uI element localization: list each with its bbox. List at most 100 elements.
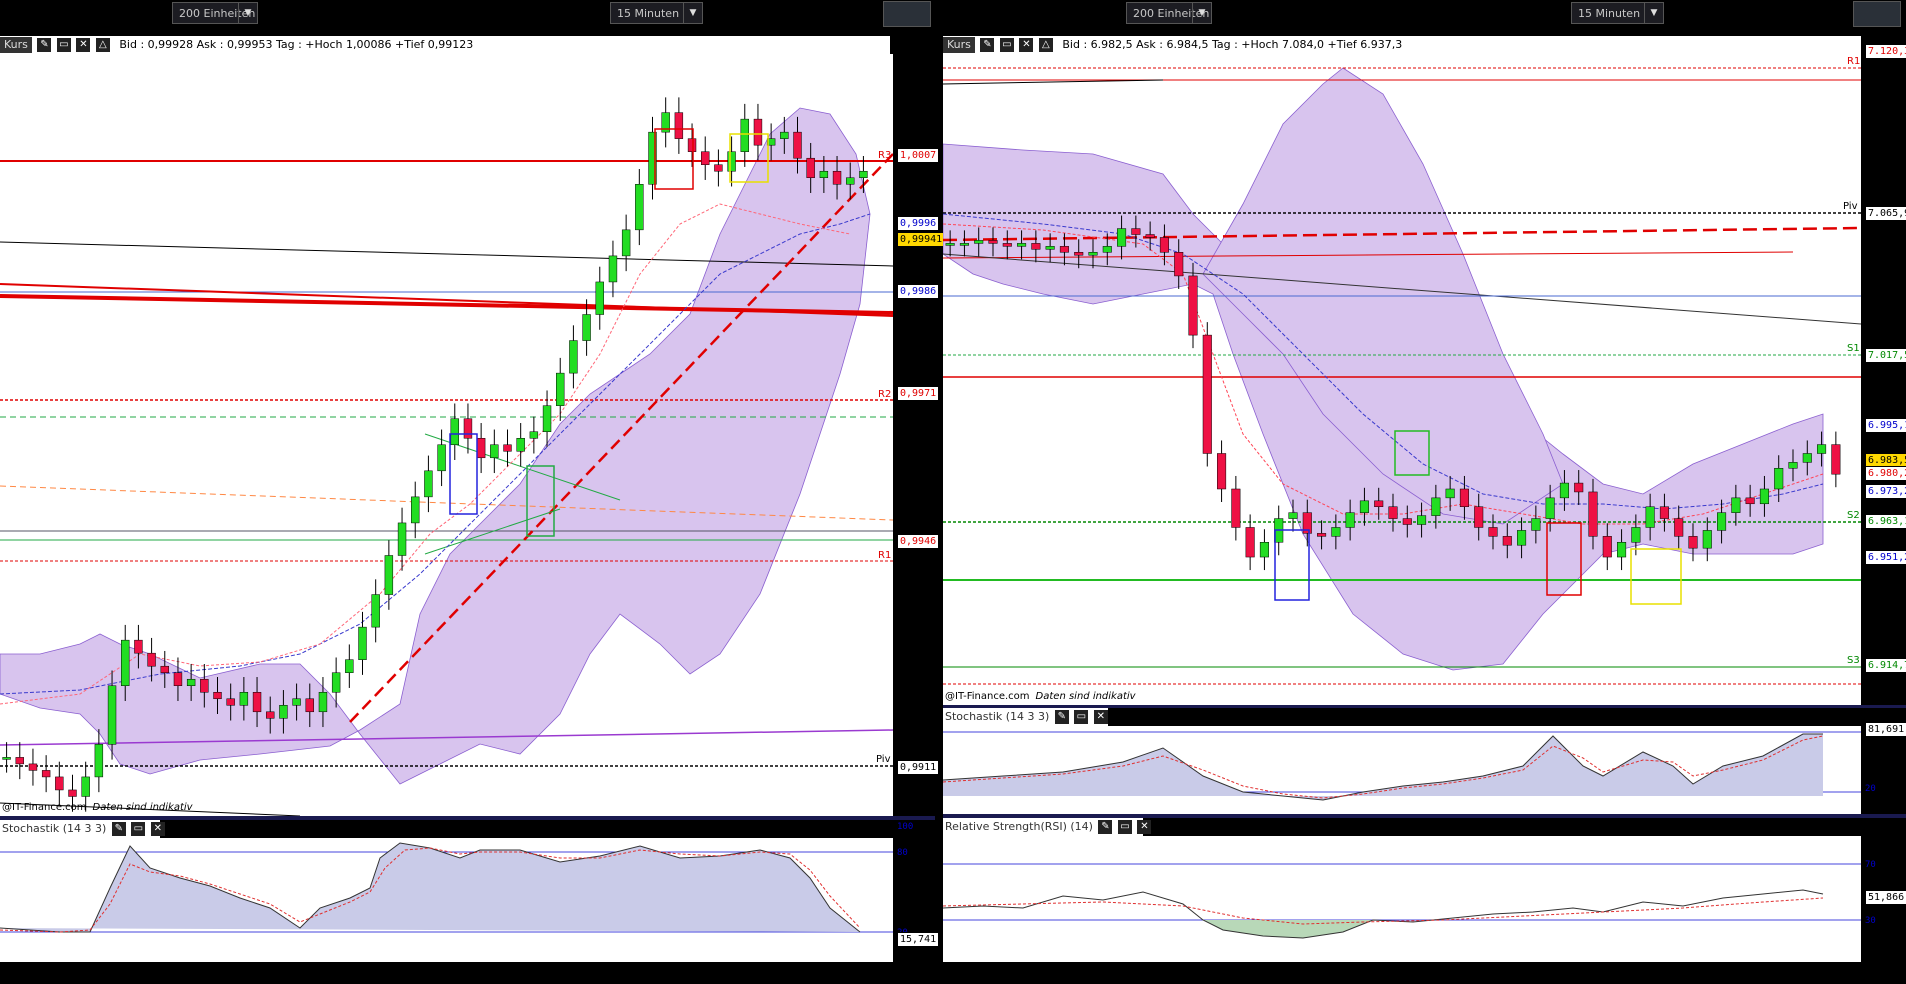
candle-bull [846, 177, 855, 185]
candle-bull [819, 170, 829, 178]
left-footer-note: Daten sind indikativ [92, 802, 193, 813]
chevron-down-icon: ▼ [1644, 3, 1663, 23]
candle-bear [226, 698, 235, 706]
price-label-r1: 7.120,3 [1865, 44, 1906, 59]
window-icon[interactable]: ▭ [131, 822, 146, 836]
right-main-chart[interactable]: R1 Piv S1 S2 S3 @IT-Finance.com Daten sin… [943, 54, 1861, 705]
wrench-icon[interactable]: ✎ [1098, 820, 1113, 834]
candle-bear [1688, 536, 1698, 549]
left-main-chart[interactable]: R3 R2 R1 Piv @IT-Finance.com Daten sind i… [0, 54, 893, 816]
right-rsi-scale: 70 51,866 30 [1861, 818, 1906, 962]
candle-bear [793, 131, 802, 159]
candle-bull [1017, 243, 1027, 247]
candle-bear [305, 698, 314, 713]
right-stoch-20: 20 [1865, 784, 1876, 794]
right-rsi-value: 51,866 [1865, 890, 1906, 905]
candle-bear [134, 639, 143, 654]
right-stoch-header: Stochastik (14 3 3) ✎ ▭ ✕ [943, 708, 1108, 726]
price-label-s2: 6.963,1 [1865, 514, 1906, 529]
window-icon[interactable]: ▭ [999, 38, 1014, 52]
candle-bull [959, 243, 969, 246]
window-icon[interactable]: ▭ [56, 38, 71, 52]
candle-bull [424, 470, 433, 498]
left-stoch-value: 15,741 [897, 932, 940, 947]
candle-bear [1588, 491, 1598, 537]
candle-bull [1345, 512, 1355, 528]
candle-bull [81, 776, 90, 797]
candle-bear [687, 138, 697, 152]
candle-bull [621, 229, 631, 257]
close-icon[interactable]: ✕ [1019, 38, 1034, 52]
price-label-r3: 1,0007 [897, 148, 940, 163]
candle-bull [608, 255, 618, 283]
close-icon[interactable]: ✕ [76, 38, 91, 52]
price-label-p4: 6.973,2 [1865, 484, 1906, 499]
wrench-icon[interactable]: ✎ [111, 822, 126, 836]
price-label-piv: 0,9911 [897, 760, 940, 775]
right-rsi-30: 30 [1865, 916, 1876, 926]
right-chart-header: Kurs ✎ ▭ ✕ △ Bid : 6.982,5 Ask : 6.984,5… [943, 36, 1861, 54]
triangle-icon[interactable]: △ [95, 38, 110, 52]
candle-bear [200, 678, 209, 693]
candle-bear [160, 665, 169, 673]
close-icon[interactable]: ✕ [150, 822, 165, 836]
candle-bear [28, 763, 38, 771]
candle-bear [1031, 243, 1041, 250]
candle-bear [1188, 275, 1198, 336]
wrench-icon[interactable]: ✎ [37, 38, 52, 52]
price-label-p6: 6.951,2 [1865, 550, 1906, 565]
candle-bull [1288, 512, 1298, 519]
left-interval-select[interactable]: 15 Minuten ▼ [610, 2, 703, 24]
right-interval-select-value: 15 Minuten [1578, 7, 1641, 20]
right-rsi-chart[interactable] [943, 836, 1861, 962]
chevron-down-icon: ▼ [683, 3, 702, 23]
highlight-box-blue [449, 433, 478, 515]
right-interval-select[interactable]: 15 Minuten ▼ [1571, 2, 1664, 24]
candle-bear [68, 789, 77, 797]
left-chart-header: Kurs ✎ ▭ ✕ △ Bid : 0,99928 Ask : 0,99953… [0, 36, 890, 54]
price-label-p1: 0,9996 [897, 216, 940, 231]
candle-bear [753, 118, 763, 146]
right-stoch-title: Stochastik (14 3 3) [945, 710, 1050, 723]
candle-bull [358, 626, 367, 660]
candle-bear [147, 652, 156, 667]
triangle-icon[interactable]: △ [1038, 38, 1053, 52]
candle-bear [1402, 518, 1412, 525]
candle-bull [397, 522, 407, 556]
left-units-select[interactable]: 200 Einheiten ▼ [172, 2, 258, 24]
candle-bear [1159, 237, 1169, 253]
candle-bear [1217, 453, 1227, 490]
chart-logo-icon [883, 1, 931, 27]
candle-bull [1817, 444, 1827, 454]
left-stoch-chart[interactable] [0, 838, 893, 962]
left-chart-panel: 200 Einheiten ▼ 15 Minuten ▼ Kurs ✎ ▭ ✕ … [0, 0, 946, 984]
wrench-icon[interactable]: ✎ [980, 38, 995, 52]
candle-bear [463, 418, 473, 439]
window-icon[interactable]: ▭ [1117, 820, 1132, 834]
left-chart-label: Kurs [0, 37, 32, 53]
candle-bull [450, 418, 459, 446]
candle-bull [1645, 506, 1655, 528]
right-stoch-chart[interactable] [943, 726, 1861, 814]
s1-label: S1 [1847, 343, 1860, 354]
candle-bull [542, 405, 552, 432]
candle-bull [1802, 453, 1812, 463]
right-units-select[interactable]: 200 Einheiten ▼ [1126, 2, 1212, 24]
candle-bull [1102, 246, 1112, 253]
price-label-r2: 0,9971 [897, 386, 940, 401]
wrench-icon[interactable]: ✎ [1054, 710, 1069, 724]
candle-bear [41, 770, 51, 778]
candle-bear [714, 164, 723, 172]
candle-bull [569, 340, 578, 374]
candle-bear [213, 692, 222, 700]
close-icon[interactable]: ✕ [1093, 710, 1108, 724]
right-footer-note: Daten sind indikativ [1035, 691, 1136, 702]
right-footer-source: @IT-Finance.com [945, 691, 1030, 702]
candle-bull [371, 594, 380, 628]
candle-bull [239, 692, 249, 706]
candle-bear [1602, 536, 1612, 558]
candle-bull [1331, 527, 1341, 537]
window-icon[interactable]: ▭ [1074, 710, 1089, 724]
candle-bear [1459, 488, 1469, 507]
close-icon[interactable]: ✕ [1137, 820, 1152, 834]
